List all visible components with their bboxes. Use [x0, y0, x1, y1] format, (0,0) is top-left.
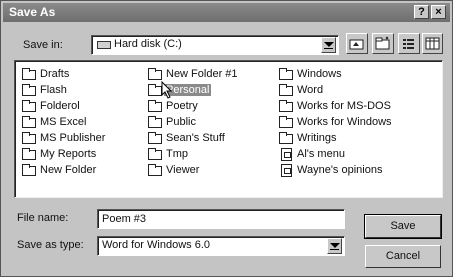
folder-icon — [148, 116, 162, 128]
folder-icon — [22, 132, 36, 144]
close-button[interactable]: × — [431, 5, 446, 19]
cancel-button[interactable]: Cancel — [365, 245, 441, 268]
folder-icon — [22, 84, 36, 96]
mouse-pointer-icon — [161, 81, 173, 99]
save-in-dropdown[interactable]: Hard disk (C:) — [91, 35, 339, 55]
list-view-icon — [403, 39, 414, 49]
folder-icon — [22, 116, 36, 128]
save-as-type-label: Save as type: — [17, 239, 84, 251]
save-in-value: Hard disk (C:) — [114, 38, 182, 50]
folder-icon — [22, 148, 36, 160]
details-view-button[interactable] — [422, 33, 443, 54]
save-as-type-value: Word for Windows 6.0 — [102, 239, 211, 251]
folder-icon — [279, 84, 293, 96]
up-folder-icon — [349, 39, 364, 50]
title-bar[interactable]: Save As ? × — [3, 3, 450, 22]
file-list[interactable]: Drafts Flash Folderol MS Excel MS Publis… — [14, 60, 443, 198]
help-button[interactable]: ? — [414, 5, 429, 19]
folder-icon — [148, 148, 162, 160]
folder-icon — [148, 164, 162, 176]
folder-icon — [279, 132, 293, 144]
folder-icon — [148, 132, 162, 144]
document-icon — [281, 164, 292, 177]
folder-icon — [148, 68, 162, 80]
save-in-label: Save in: — [23, 39, 63, 51]
folder-icon — [22, 100, 36, 112]
dialog-title: Save As — [9, 5, 56, 19]
file-name-label: File name: — [17, 212, 69, 224]
folder-icon — [148, 100, 162, 112]
chevron-down-icon[interactable] — [321, 37, 336, 53]
save-as-type-dropdown[interactable]: Word for Windows 6.0 — [97, 236, 345, 256]
folder-icon — [279, 116, 293, 128]
up-one-level-button[interactable] — [346, 33, 368, 54]
chevron-down-icon[interactable] — [327, 238, 342, 254]
hard-disk-icon — [97, 41, 111, 49]
folder-icon — [22, 68, 36, 80]
create-new-folder-button[interactable] — [372, 33, 394, 54]
list-view-button[interactable] — [398, 33, 420, 54]
new-folder-icon — [375, 36, 390, 50]
details-view-icon — [425, 37, 440, 50]
folder-icon — [279, 68, 293, 80]
file-name-value: Poem #3 — [102, 213, 147, 225]
file-name-input[interactable]: Poem #3 — [97, 209, 345, 229]
save-button[interactable]: Save — [364, 214, 442, 239]
folder-icon — [279, 100, 293, 112]
folder-icon — [148, 84, 162, 96]
document-icon — [281, 148, 292, 161]
save-as-dialog: Save As ? × Save in: Hard disk (C:) Draf… — [0, 0, 453, 277]
folder-icon — [22, 164, 36, 176]
